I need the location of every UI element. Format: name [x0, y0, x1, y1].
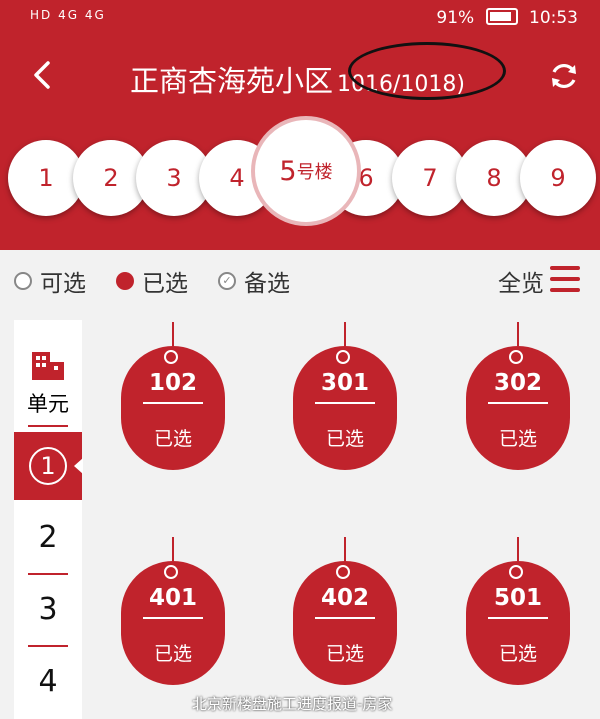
room-number: 102 — [148, 370, 197, 396]
building-label: 6 — [358, 164, 374, 192]
unit-item-3[interactable]: 3 — [14, 592, 82, 627]
room-status: 已选 — [325, 643, 364, 665]
divider — [28, 645, 68, 647]
community-name: 正商杏海苑小区 — [130, 64, 334, 98]
room-status: 已选 — [153, 428, 192, 450]
building-label: 9 — [550, 164, 566, 192]
divider — [143, 402, 203, 404]
legend-backup: ✓ 备选 — [218, 264, 290, 298]
room-status: 已选 — [498, 643, 537, 665]
overview-label: 全览 — [498, 271, 544, 297]
hand-drawn-circle — [348, 42, 506, 100]
room-tag[interactable]: 301 已选 — [293, 322, 397, 470]
tag-hole — [164, 565, 178, 579]
building-icon — [32, 352, 64, 380]
divider — [28, 573, 68, 575]
empty-circle-icon — [14, 272, 32, 290]
tag-string — [172, 322, 174, 346]
battery-percent: 91% — [436, 8, 475, 28]
tag-hole — [336, 565, 350, 579]
building-suffix: 号楼 — [296, 162, 333, 183]
room-number: 302 — [493, 370, 542, 396]
building-label: 5 — [279, 155, 297, 187]
unit-item-4[interactable]: 4 — [14, 664, 82, 699]
legend-label: 可选 — [40, 271, 86, 297]
divider — [315, 617, 375, 619]
room-number: 401 — [148, 585, 197, 611]
tag-string — [344, 322, 346, 346]
unit-item-2[interactable]: 2 — [14, 520, 82, 555]
battery-icon — [485, 8, 518, 25]
divider — [28, 425, 68, 427]
unit-sidebar: 单元 1 2 3 4 — [14, 320, 83, 719]
building-tab-5-selected[interactable]: 5 号楼 — [255, 120, 357, 222]
building-label: 3 — [166, 164, 182, 192]
building-label: 1 — [38, 164, 54, 192]
check-circle-icon: ✓ — [218, 272, 236, 290]
tag-string — [517, 537, 519, 561]
divider — [143, 617, 203, 619]
tag-hole — [509, 350, 523, 364]
legend-selected: 已选 — [116, 264, 188, 298]
room-tag[interactable]: 501 已选 — [466, 537, 570, 685]
menu-icon[interactable] — [550, 266, 580, 299]
header-bar: HD 4G 4G 91% 10:53 正商杏海苑小区 1016/1018) 1 2… — [0, 0, 600, 250]
room-tag[interactable]: 401 已选 — [121, 537, 225, 685]
divider — [315, 402, 375, 404]
tag-string — [517, 322, 519, 346]
filled-circle-icon — [116, 272, 134, 290]
room-status: 已选 — [153, 643, 192, 665]
room-status: 已选 — [498, 428, 537, 450]
room-status: 已选 — [325, 428, 364, 450]
building-tab-9[interactable]: 9 — [520, 140, 596, 216]
building-label: 8 — [486, 164, 502, 192]
tag-hole — [509, 565, 523, 579]
tag-string — [344, 537, 346, 561]
legend-label: 备选 — [244, 271, 290, 297]
room-tag[interactable]: 102 已选 — [121, 322, 225, 470]
back-arrow-icon[interactable] — [28, 60, 58, 90]
room-number: 402 — [320, 585, 369, 611]
divider — [488, 402, 548, 404]
unit-title: 单元 — [27, 392, 69, 416]
divider — [488, 617, 548, 619]
room-number: 301 — [320, 370, 369, 396]
tag-string — [172, 537, 174, 561]
refresh-icon[interactable] — [548, 60, 580, 92]
legend-available: 可选 — [14, 264, 86, 298]
building-label: 7 — [422, 164, 438, 192]
room-number: 501 — [493, 585, 542, 611]
tag-hole — [336, 350, 350, 364]
building-label: 2 — [103, 164, 119, 192]
unit-item-1-selected[interactable]: 1 — [14, 432, 83, 500]
status-right: 91% 10:53 — [436, 8, 578, 28]
legend-label: 已选 — [142, 271, 188, 297]
legend-bar: 可选 已选 ✓ 备选 全览 — [0, 258, 600, 302]
building-label: 4 — [229, 164, 245, 192]
room-tag[interactable]: 402 已选 — [293, 537, 397, 685]
watermark: 北京新楼盘施工进度报道-房家 — [192, 695, 393, 713]
network-indicator: HD 4G 4G — [30, 8, 106, 22]
room-tag[interactable]: 302 已选 — [466, 322, 570, 470]
overview-button[interactable]: 全览 — [498, 264, 544, 298]
tag-hole — [164, 350, 178, 364]
unit-number: 1 — [29, 447, 67, 485]
clock: 10:53 — [529, 8, 578, 28]
status-bar: HD 4G 4G 91% 10:53 — [0, 0, 600, 40]
